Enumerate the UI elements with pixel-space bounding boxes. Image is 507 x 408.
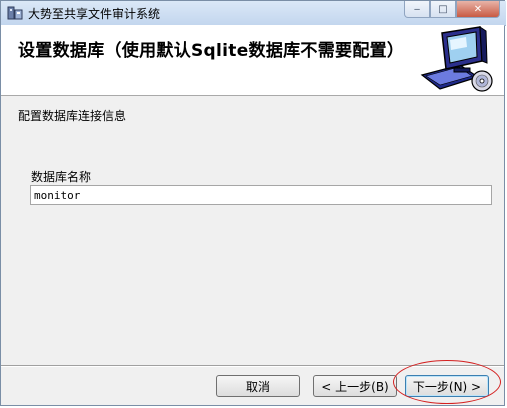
cancel-button[interactable]: 取消 bbox=[216, 375, 300, 397]
close-button[interactable]: ✕ bbox=[456, 1, 500, 18]
window-title: 大势至共享文件审计系统 bbox=[28, 7, 161, 21]
computer-with-disc-icon bbox=[420, 26, 493, 92]
window-controls: ‒ □ ✕ bbox=[404, 1, 500, 19]
database-name-input[interactable] bbox=[30, 185, 492, 205]
wizard-footer: 取消 < 上一步(B) 下一步(N) > bbox=[1, 367, 504, 405]
next-button[interactable]: 下一步(N) > bbox=[405, 375, 489, 397]
page-title: 设置数据库（使用默认Sqlite数据库不需要配置） bbox=[18, 41, 405, 61]
title-bar[interactable]: 大势至共享文件审计系统 ‒ □ ✕ bbox=[1, 1, 506, 26]
maximize-button[interactable]: □ bbox=[430, 1, 456, 18]
wizard-header: 设置数据库（使用默认Sqlite数据库不需要配置） bbox=[1, 25, 504, 96]
installer-window: 大势至共享文件审计系统 ‒ □ ✕ 设置数据库（使用默认Sqlite数据库不需要… bbox=[0, 0, 506, 406]
wizard-content: 配置数据库连接信息 数据库名称 bbox=[1, 96, 504, 366]
app-icon bbox=[7, 6, 23, 20]
section-heading: 配置数据库连接信息 bbox=[18, 109, 127, 123]
database-name-label: 数据库名称 bbox=[31, 170, 92, 184]
back-button[interactable]: < 上一步(B) bbox=[313, 375, 397, 397]
minimize-button[interactable]: ‒ bbox=[404, 1, 430, 18]
